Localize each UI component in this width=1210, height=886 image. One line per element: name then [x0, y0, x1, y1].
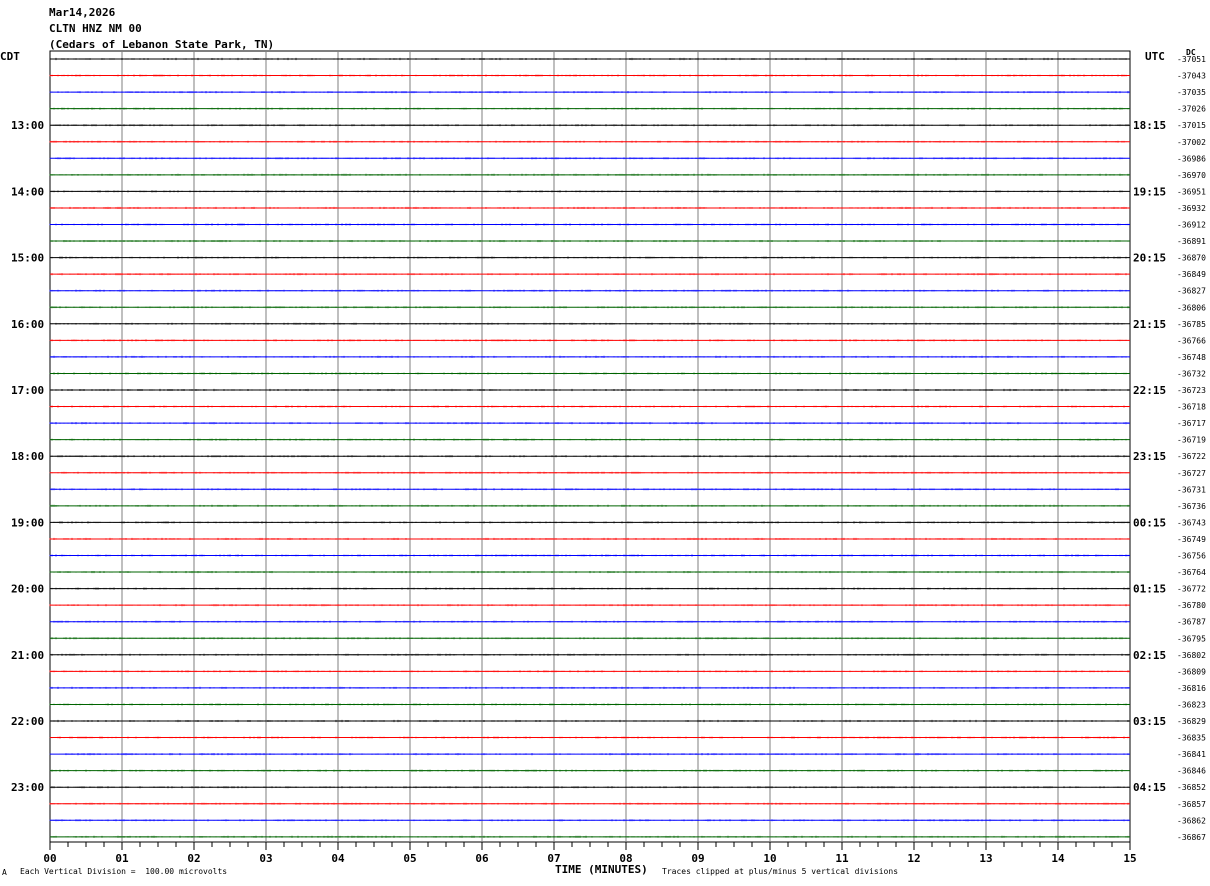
dc-offset-label: -36756	[1177, 552, 1206, 561]
left-hour-label: 13:00	[11, 119, 44, 132]
dc-offset-label: -37043	[1177, 72, 1206, 81]
x-tick-label: 11	[835, 852, 849, 865]
right-hour-label: 01:15	[1133, 583, 1166, 596]
dc-offset-label: -37015	[1177, 121, 1206, 130]
x-axis-title: TIME (MINUTES)	[555, 863, 648, 876]
right-hour-label: 02:15	[1133, 649, 1166, 662]
dc-offset-label: -36867	[1177, 833, 1206, 842]
x-tick-label: 12	[907, 852, 920, 865]
right-hour-label: 00:15	[1133, 516, 1166, 529]
dc-offset-label: -36802	[1177, 651, 1206, 660]
right-hour-label: 18:15	[1133, 119, 1166, 132]
left-hour-label: 16:00	[11, 318, 44, 331]
plot-frame	[49, 50, 1131, 843]
seismogram-plot: -37051 -37043 -37035 -37026 -37015 -37002 -369…	[11, 50, 1206, 865]
x-tick-label: 14	[1051, 852, 1065, 865]
left-hour-label: 17:00	[11, 384, 44, 397]
dc-offset-label: -36719	[1177, 436, 1206, 445]
dc-offset-label: -36846	[1177, 767, 1206, 776]
dc-offset-label: -36823	[1177, 700, 1206, 709]
dc-offset-label: -36785	[1177, 320, 1206, 329]
x-tick-label: 09	[691, 852, 704, 865]
dc-offset-label: -36806	[1177, 303, 1206, 312]
left-hour-label: 19:00	[11, 516, 44, 529]
right-hour-label: 04:15	[1133, 781, 1166, 794]
left-hour-label: 20:00	[11, 583, 44, 596]
dc-offset-label: -36780	[1177, 601, 1206, 610]
dc-offset-label: -36849	[1177, 270, 1206, 279]
dc-offset-label: -36852	[1177, 783, 1206, 792]
dc-offset-label: -36723	[1177, 386, 1206, 395]
dc-offset-label: -36764	[1177, 568, 1206, 577]
dc-offset-label: -36717	[1177, 419, 1206, 428]
x-tick-label: 15	[1123, 852, 1136, 865]
dc-offset-label: -36727	[1177, 469, 1206, 478]
dc-offset-label: -36986	[1177, 154, 1206, 163]
x-tick-label: 00	[43, 852, 56, 865]
dc-offset-label: -36787	[1177, 618, 1206, 627]
right-hour-label: 03:15	[1133, 715, 1166, 728]
right-hour-label: 20:15	[1133, 252, 1166, 265]
dc-offset-label: -36827	[1177, 287, 1206, 296]
dc-offset-label: -36809	[1177, 667, 1206, 676]
x-tick-label: 13	[979, 852, 992, 865]
x-tick-label: 01	[115, 852, 129, 865]
x-tick-label: 05	[403, 852, 416, 865]
dc-offset-label: -36748	[1177, 353, 1206, 362]
dc-offset-label: -36772	[1177, 585, 1206, 594]
dc-offset-label: -36722	[1177, 452, 1206, 461]
dc-offset-label: -36970	[1177, 171, 1206, 180]
right-hour-label: 19:15	[1133, 185, 1166, 198]
dc-offset-label: -36932	[1177, 204, 1206, 213]
right-hour-label: 23:15	[1133, 450, 1166, 463]
dc-offset-label: -36766	[1177, 336, 1206, 345]
dc-offset-label: -36736	[1177, 502, 1206, 511]
dc-offset-label: -36731	[1177, 485, 1206, 494]
clip-note: Traces clipped at plus/minus 5 vertical …	[662, 867, 899, 876]
right-hour-label: 22:15	[1133, 384, 1166, 397]
dc-offset-label: -36951	[1177, 187, 1206, 196]
left-hour-label: 22:00	[11, 715, 44, 728]
dc-offset-label: -37051	[1177, 55, 1206, 64]
left-hour-label: 14:00	[11, 185, 44, 198]
dc-offset-label: -36816	[1177, 684, 1206, 693]
x-tick-label: 06	[475, 852, 489, 865]
dc-offset-label: -36743	[1177, 518, 1206, 527]
left-hour-label: 18:00	[11, 450, 44, 463]
x-tick-label: 02	[187, 852, 200, 865]
scale-note: Each Vertical Division = 100.00 microvol…	[20, 867, 228, 876]
dc-offset-label: -36912	[1177, 221, 1206, 230]
dc-offset-label: -36841	[1177, 750, 1206, 759]
x-tick-label: 04	[331, 852, 345, 865]
dc-offset-label: -36829	[1177, 717, 1206, 726]
dc-offset-label: -36891	[1177, 237, 1206, 246]
dc-offset-label: -36795	[1177, 634, 1206, 643]
corner-mark: A	[2, 868, 7, 877]
left-hour-label: 23:00	[11, 781, 44, 794]
x-tick-label: 10	[763, 852, 776, 865]
x-tick-label: 03	[259, 852, 272, 865]
dc-offset-label: -36835	[1177, 734, 1206, 743]
dc-offset-label: -36732	[1177, 369, 1206, 378]
dc-offset-label: -36718	[1177, 403, 1206, 412]
dc-offset-label: -36857	[1177, 800, 1206, 809]
dc-offset-label: -37026	[1177, 105, 1206, 114]
right-hour-label: 21:15	[1133, 318, 1166, 331]
left-hour-label: 15:00	[11, 252, 44, 265]
dc-offset-label: -36870	[1177, 254, 1206, 263]
dc-offset-label: -36862	[1177, 816, 1206, 825]
dc-offset-label: -37035	[1177, 88, 1206, 97]
left-hour-label: 21:00	[11, 649, 44, 662]
dc-offset-label: -36749	[1177, 535, 1206, 544]
dc-offset-label: -37002	[1177, 138, 1206, 147]
